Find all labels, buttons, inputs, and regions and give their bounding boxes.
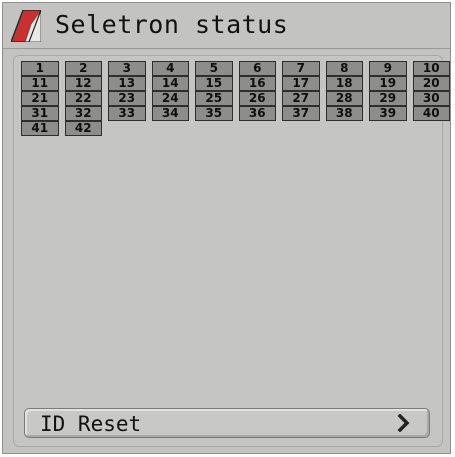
seletron-cell: 14 <box>151 76 189 91</box>
seletron-cell: 6 <box>238 61 276 76</box>
seletron-cell: 28 <box>325 91 363 106</box>
seletron-cell: 32 <box>64 106 102 121</box>
seletron-cell: 29 <box>369 91 407 106</box>
id-reset-label: ID Reset <box>40 412 142 436</box>
seletron-cell: 25 <box>195 91 233 106</box>
seletron-cell: 31 <box>21 106 59 121</box>
seletron-cell: 16 <box>238 76 276 91</box>
app-window: Seletron status 1 2 3 4 5 6 7 8 9 10 11 12 13 14 15 16 1… <box>2 2 451 454</box>
seletron-cell: 9 <box>369 61 407 76</box>
logo-icon <box>11 10 41 42</box>
seletron-grid: 1 2 3 4 5 6 7 8 9 10 11 12 13 14 15 16 17 18 19 20 21 22 23 24 2… <box>21 61 450 136</box>
title-bar: Seletron status <box>3 3 450 49</box>
seletron-cell: 38 <box>325 106 363 121</box>
status-panel: 1 2 3 4 5 6 7 8 9 10 11 12 13 14 15 16 17 18 19 20 21 22 23 24 2… <box>13 55 450 447</box>
seletron-cell: 24 <box>151 91 189 106</box>
seletron-cell: 30 <box>412 91 450 106</box>
chevron-right-icon <box>397 414 410 432</box>
seletron-cell: 34 <box>151 106 189 121</box>
seletron-cell: 15 <box>195 76 233 91</box>
seletron-cell: 19 <box>369 76 407 91</box>
seletron-cell: 11 <box>21 76 59 91</box>
seletron-cell: 20 <box>412 76 450 91</box>
seletron-cell: 21 <box>21 91 59 106</box>
seletron-cell: 26 <box>238 91 276 106</box>
seletron-cell: 8 <box>325 61 363 76</box>
seletron-cell: 2 <box>64 61 102 76</box>
seletron-cell: 7 <box>282 61 320 76</box>
seletron-cell: 40 <box>412 106 450 121</box>
seletron-cell: 17 <box>282 76 320 91</box>
seletron-cell: 18 <box>325 76 363 91</box>
seletron-cell: 4 <box>151 61 189 76</box>
seletron-cell: 37 <box>282 106 320 121</box>
id-reset-button[interactable]: ID Reset <box>24 408 430 438</box>
seletron-cell: 13 <box>108 76 146 91</box>
seletron-cell: 5 <box>195 61 233 76</box>
seletron-cell: 42 <box>64 121 102 136</box>
seletron-cell: 12 <box>64 76 102 91</box>
page-title: Seletron status <box>55 10 289 39</box>
seletron-cell: 35 <box>195 106 233 121</box>
seletron-cell: 1 <box>21 61 59 76</box>
seletron-cell: 22 <box>64 91 102 106</box>
seletron-cell: 39 <box>369 106 407 121</box>
seletron-cell: 33 <box>108 106 146 121</box>
seletron-cell: 41 <box>21 121 59 136</box>
seletron-cell: 27 <box>282 91 320 106</box>
seletron-cell: 36 <box>238 106 276 121</box>
seletron-cell: 23 <box>108 91 146 106</box>
seletron-cell: 10 <box>412 61 450 76</box>
seletron-cell: 3 <box>108 61 146 76</box>
